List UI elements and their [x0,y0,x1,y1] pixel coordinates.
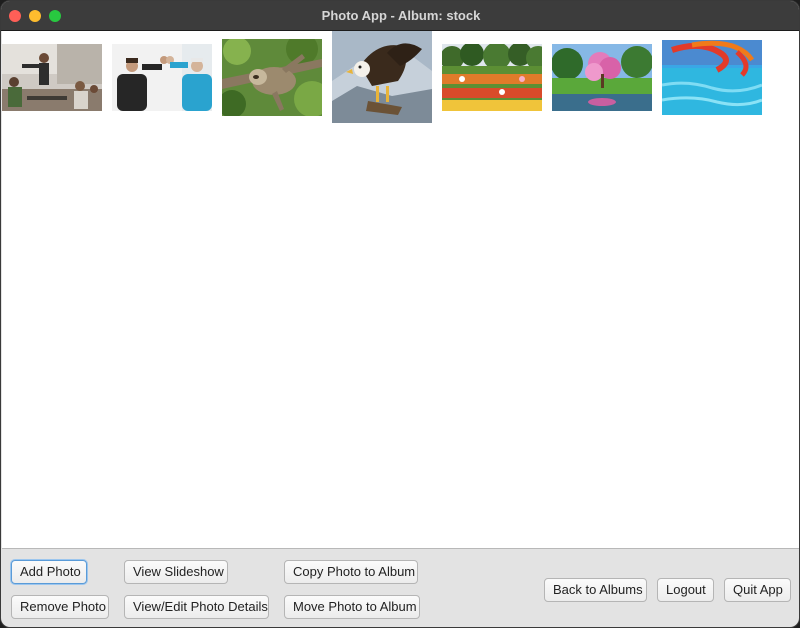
tree-photo-icon [552,44,652,111]
add-photo-button[interactable]: Add Photo [11,560,87,584]
photo-gallery[interactable] [2,31,799,549]
move-to-album-button[interactable]: Move Photo to Album [284,595,420,619]
title-bar[interactable]: Photo App - Album: stock [1,1,799,31]
garden-photo-icon [442,44,542,111]
photo-flower-garden[interactable] [442,44,542,111]
photo-eagle[interactable] [332,31,432,123]
view-edit-details-button[interactable]: View/Edit Photo Details [124,595,269,619]
waterpark-photo-icon [662,40,762,115]
window-title: Photo App - Album: stock [321,8,481,23]
app-window: Photo App - Album: stock Add Photo Remov… [0,0,800,628]
logout-button[interactable]: Logout [657,578,714,602]
copy-to-album-button[interactable]: Copy Photo to Album [284,560,418,584]
back-to-albums-button[interactable]: Back to Albums [544,578,647,602]
remove-photo-button[interactable]: Remove Photo [11,595,109,619]
meeting-photo-icon [2,44,102,111]
photo-sloth[interactable] [222,39,322,116]
sloth-photo-icon [222,39,322,116]
photo-blossom-tree[interactable] [552,44,652,111]
eagle-photo-icon [332,31,432,123]
view-slideshow-button[interactable]: View Slideshow [124,560,228,584]
photo-water-park[interactable] [662,40,762,115]
photo-meeting[interactable] [2,44,102,111]
photo-high-five[interactable] [112,44,212,111]
high-five-photo-icon [112,44,212,111]
quit-app-button[interactable]: Quit App [724,578,791,602]
